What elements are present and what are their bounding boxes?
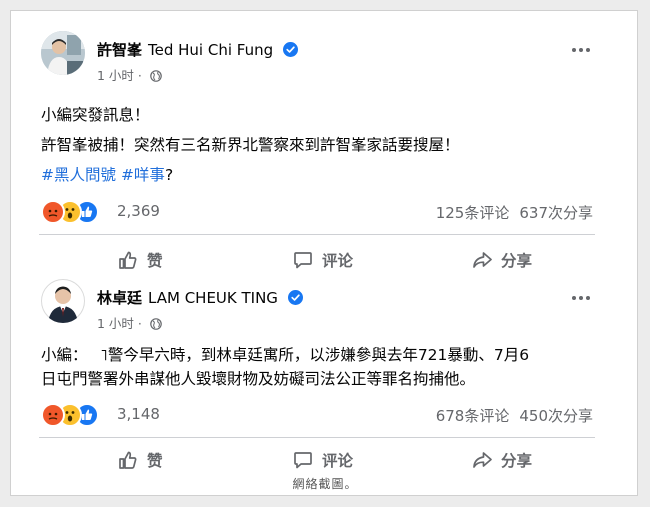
author-name[interactable]: 許智峯 Ted Hui Chi Fung xyxy=(97,39,298,60)
post-text-line: 許智峯被捕！突然有三名新界北警察來到許智峯家話要搜屋！ xyxy=(41,136,460,154)
hashtags: #黑人問號 #咩事? xyxy=(41,163,173,187)
thumbs-up-icon xyxy=(119,451,137,469)
author-name-zh[interactable]: 許智峯 xyxy=(97,41,142,59)
post-stats: 678条评论 450次分享 xyxy=(436,405,593,426)
post-time[interactable]: 1 小时 · xyxy=(97,68,142,83)
post-text-line: 日屯門警署外串謀他人毀壞財物及妨礙司法公正等罪名拘捕他。 xyxy=(41,370,476,388)
screenshot-frame: 許智峯 Ted Hui Chi Fung 1 小时 · 小編突發訊息！ 許智峯被捕… xyxy=(10,10,638,496)
reaction-icons[interactable] xyxy=(41,403,111,427)
share-label: 分享 xyxy=(501,252,533,270)
comment-button[interactable]: 评论 xyxy=(292,245,353,275)
author-name[interactable]: 林卓廷 LAM CHEUK TING xyxy=(97,287,303,308)
like-label: 赞 xyxy=(147,252,163,270)
comment-count[interactable]: 678条评论 xyxy=(436,407,510,425)
share-button[interactable]: 分享 xyxy=(471,445,532,475)
post-time[interactable]: 1 小时 · xyxy=(97,316,142,331)
share-button[interactable]: 分享 xyxy=(471,245,532,275)
reaction-icons[interactable] xyxy=(41,200,111,224)
like-label: 赞 xyxy=(147,452,163,470)
hashtag-suffix: ? xyxy=(164,166,174,184)
reaction-bar: 3,148 678条评论 450次分享 xyxy=(41,403,601,427)
angry-reaction-icon xyxy=(41,200,65,224)
thumbs-up-icon xyxy=(119,251,137,269)
reaction-count[interactable]: 2,369 xyxy=(117,202,160,220)
post-meta: 1 小时 · xyxy=(97,313,162,332)
share-count[interactable]: 637次分享 xyxy=(519,204,593,222)
like-button[interactable]: 赞 xyxy=(117,245,163,275)
more-options-icon[interactable] xyxy=(569,289,593,307)
more-options-icon[interactable] xyxy=(569,41,593,59)
like-button[interactable]: 赞 xyxy=(117,445,163,475)
post-text-line: 小編： ˥警今早六時，到林卓廷寓所，以涉嫌參與去年721暴動、7月6 xyxy=(41,346,530,364)
reaction-bar: 2,369 125条评论 637次分享 xyxy=(41,200,601,224)
post-actions: 赞 评论 分享 xyxy=(41,445,601,475)
comment-bubble-icon xyxy=(294,452,312,469)
post-actions: 赞 评论 分享 xyxy=(41,245,601,275)
comment-bubble-icon xyxy=(294,252,312,269)
angry-reaction-icon xyxy=(41,403,65,427)
divider xyxy=(39,437,595,438)
globe-icon xyxy=(150,318,162,330)
verified-badge-icon xyxy=(287,290,303,305)
reaction-count[interactable]: 3,148 xyxy=(117,405,160,423)
verified-badge-icon xyxy=(282,42,298,57)
comment-count[interactable]: 125条评论 xyxy=(436,204,510,222)
share-arrow-icon xyxy=(473,252,492,268)
avatar[interactable] xyxy=(41,279,85,323)
share-arrow-icon xyxy=(473,452,492,468)
hashtag-link[interactable]: #黑人問號 xyxy=(41,166,116,184)
post-stats: 125条评论 637次分享 xyxy=(436,202,593,223)
share-label: 分享 xyxy=(501,452,533,470)
avatar[interactable] xyxy=(41,31,85,75)
globe-icon xyxy=(150,70,162,82)
comment-label: 评论 xyxy=(322,452,354,470)
comment-label: 评论 xyxy=(322,252,354,270)
post-text-line: 小編突發訊息！ xyxy=(41,106,150,124)
post-meta: 1 小时 · xyxy=(97,65,162,84)
author-name-en[interactable]: LAM CHEUK TING xyxy=(148,289,278,307)
image-caption: 網絡截圖。 xyxy=(292,477,358,491)
comment-button[interactable]: 评论 xyxy=(292,445,353,475)
hashtag-link[interactable]: #咩事 xyxy=(121,166,165,184)
share-count[interactable]: 450次分享 xyxy=(519,407,593,425)
divider xyxy=(39,234,595,235)
author-name-en[interactable]: Ted Hui Chi Fung xyxy=(148,41,273,59)
author-name-zh[interactable]: 林卓廷 xyxy=(97,289,142,307)
